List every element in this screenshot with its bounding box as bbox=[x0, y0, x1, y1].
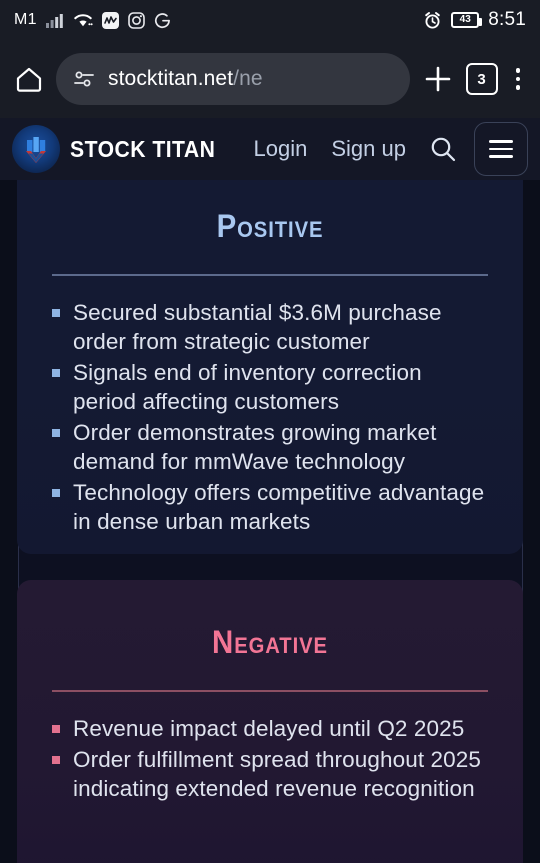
app-waveform-icon bbox=[101, 11, 119, 29]
list-item: Revenue impact delayed until Q2 2025 bbox=[51, 714, 489, 743]
tune-icon[interactable] bbox=[72, 69, 96, 89]
browser-toolbar: stocktitan.net/ne 3 bbox=[0, 40, 540, 118]
positive-title: Positive bbox=[216, 208, 324, 244]
instagram-icon bbox=[128, 11, 145, 29]
negative-card: Negative Revenue impact delayed until Q2… bbox=[17, 580, 523, 863]
google-icon bbox=[154, 12, 171, 29]
battery-indicator: 43 bbox=[451, 12, 483, 28]
url-text[interactable]: stocktitan.net/ne bbox=[108, 67, 263, 91]
url-path: /ne bbox=[233, 67, 263, 90]
positive-card: Positive Secured substantial $3.6M purch… bbox=[17, 180, 523, 554]
page-content: Positive Secured substantial $3.6M purch… bbox=[0, 180, 540, 863]
status-clock: 8:51 bbox=[488, 9, 526, 30]
wifi-icon bbox=[73, 12, 93, 28]
login-link[interactable]: Login bbox=[242, 136, 320, 162]
positive-divider bbox=[52, 274, 488, 276]
overflow-menu-icon[interactable] bbox=[510, 68, 527, 90]
status-bar-right: 43 8:51 bbox=[423, 9, 526, 31]
brand-label[interactable]: STOCK TITAN bbox=[70, 136, 215, 163]
home-icon[interactable] bbox=[14, 64, 44, 94]
site-nav: Login Sign up bbox=[242, 122, 528, 176]
hamburger-menu-icon[interactable] bbox=[474, 122, 528, 176]
stock-titan-logo-icon[interactable] bbox=[12, 125, 60, 173]
status-bar-left: M1 bbox=[14, 11, 171, 29]
list-item: Order fulfillment spread throughout 2025… bbox=[51, 745, 489, 803]
alarm-clock-icon bbox=[423, 11, 442, 30]
list-item: Signals end of inventory correction peri… bbox=[51, 358, 489, 416]
negative-title: Negative bbox=[212, 624, 328, 660]
list-item: Secured substantial $3.6M purchase order… bbox=[51, 298, 489, 356]
url-bar[interactable]: stocktitan.net/ne bbox=[56, 53, 410, 105]
status-bar: M1 43 8:51 bbox=[0, 0, 540, 40]
search-icon[interactable] bbox=[418, 134, 468, 164]
negative-points-list: Revenue impact delayed until Q2 2025 Ord… bbox=[51, 714, 489, 803]
signup-link[interactable]: Sign up bbox=[319, 136, 418, 162]
carrier-label: M1 bbox=[14, 11, 37, 28]
list-item: Order demonstrates growing market demand… bbox=[51, 418, 489, 476]
battery-percent: 43 bbox=[459, 14, 471, 25]
tab-count-button[interactable]: 3 bbox=[465, 63, 498, 95]
list-item: Technology offers competitive advantage … bbox=[51, 478, 489, 536]
new-tab-button[interactable] bbox=[422, 63, 454, 95]
phone-screen: M1 43 8:51 stocktitan.net/ne 3 STOCK TIT… bbox=[0, 0, 540, 863]
site-header: STOCK TITAN Login Sign up bbox=[0, 118, 540, 180]
positive-points-list: Secured substantial $3.6M purchase order… bbox=[51, 298, 489, 536]
signal-bars-icon bbox=[45, 12, 64, 28]
negative-divider bbox=[52, 690, 488, 692]
url-domain: stocktitan.net bbox=[108, 67, 234, 90]
